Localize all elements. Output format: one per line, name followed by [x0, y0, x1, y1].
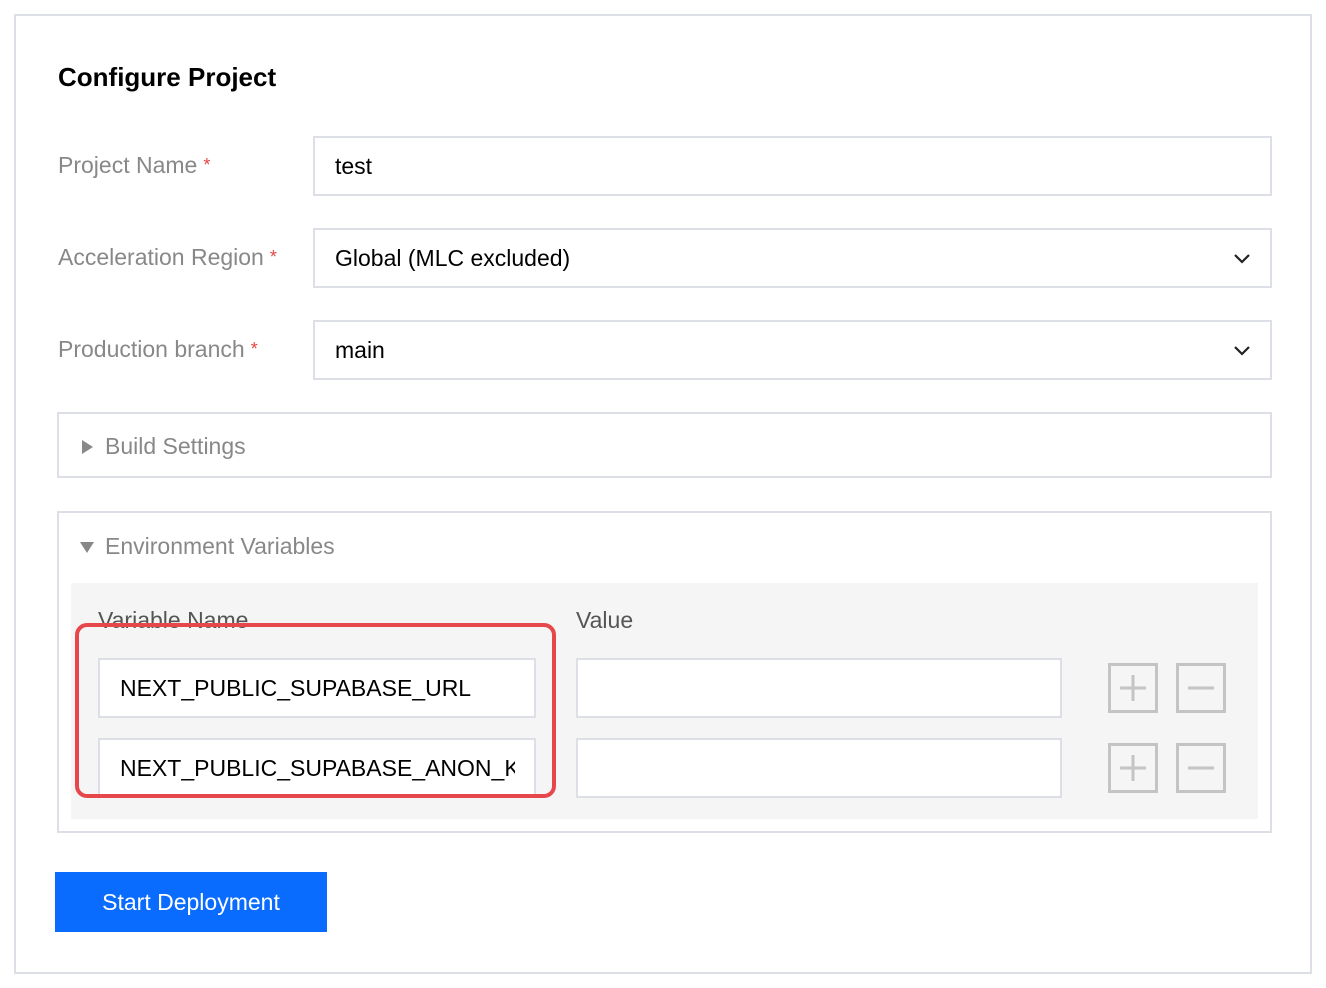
- project-name-label-text: Project Name: [58, 152, 198, 178]
- required-mark: *: [203, 155, 211, 175]
- triangle-right-icon: [82, 439, 93, 454]
- production-branch-label: Production branch *: [58, 336, 258, 363]
- chevron-down-icon: [1234, 346, 1250, 356]
- build-settings-label: Build Settings: [105, 433, 246, 459]
- add-variable-button[interactable]: [1108, 663, 1158, 713]
- chevron-down-icon: [1234, 254, 1250, 264]
- variable-name-value: NEXT_PUBLIC_SUPABASE_ANON_KEY: [120, 754, 515, 781]
- add-variable-button[interactable]: [1108, 743, 1158, 793]
- configure-project-card: Configure Project Project Name * test Acc…: [14, 14, 1312, 974]
- production-branch-select[interactable]: main: [313, 320, 1272, 380]
- variable-value-input[interactable]: [576, 658, 1062, 718]
- acceleration-region-select[interactable]: Global (MLC excluded): [313, 228, 1272, 288]
- build-settings-toggle[interactable]: Build Settings: [79, 433, 246, 460]
- value-column-header: Value: [576, 607, 634, 633]
- required-mark: *: [250, 339, 258, 359]
- variable-name-column-header: Variable Name: [98, 607, 249, 633]
- acceleration-region-value: Global (MLC excluded): [335, 244, 571, 271]
- acceleration-region-label: Acceleration Region *: [58, 244, 277, 271]
- plus-icon: [1120, 755, 1146, 781]
- required-mark: *: [269, 247, 277, 267]
- start-deployment-button[interactable]: Start Deployment: [55, 872, 327, 932]
- remove-variable-button[interactable]: [1176, 663, 1226, 713]
- production-branch-value: main: [335, 336, 385, 363]
- environment-variables-panel: Environment Variables Variable Name Valu…: [57, 511, 1272, 833]
- triangle-down-icon: [80, 541, 94, 553]
- page-title: Configure Project: [58, 62, 277, 92]
- production-branch-label-text: Production branch: [58, 336, 245, 362]
- project-name-input[interactable]: test: [313, 136, 1272, 196]
- variable-name-input[interactable]: NEXT_PUBLIC_SUPABASE_ANON_KEY: [98, 738, 536, 798]
- minus-icon: [1188, 766, 1214, 770]
- remove-variable-button[interactable]: [1176, 743, 1226, 793]
- environment-variables-label: Environment Variables: [105, 533, 335, 559]
- build-settings-panel: Build Settings: [57, 412, 1272, 478]
- project-name-value: test: [335, 152, 373, 179]
- plus-icon: [1120, 675, 1146, 701]
- variable-name-input[interactable]: NEXT_PUBLIC_SUPABASE_URL: [98, 658, 536, 718]
- minus-icon: [1188, 686, 1214, 690]
- environment-variables-table: Variable Name Value NEXT_PUBLIC_SUPABASE…: [71, 583, 1258, 819]
- acceleration-region-label-text: Acceleration Region: [58, 244, 264, 270]
- environment-variables-toggle[interactable]: Environment Variables: [79, 533, 335, 560]
- variable-name-value: NEXT_PUBLIC_SUPABASE_URL: [120, 674, 472, 701]
- project-name-label: Project Name *: [58, 152, 210, 179]
- variable-value-input[interactable]: [576, 738, 1062, 798]
